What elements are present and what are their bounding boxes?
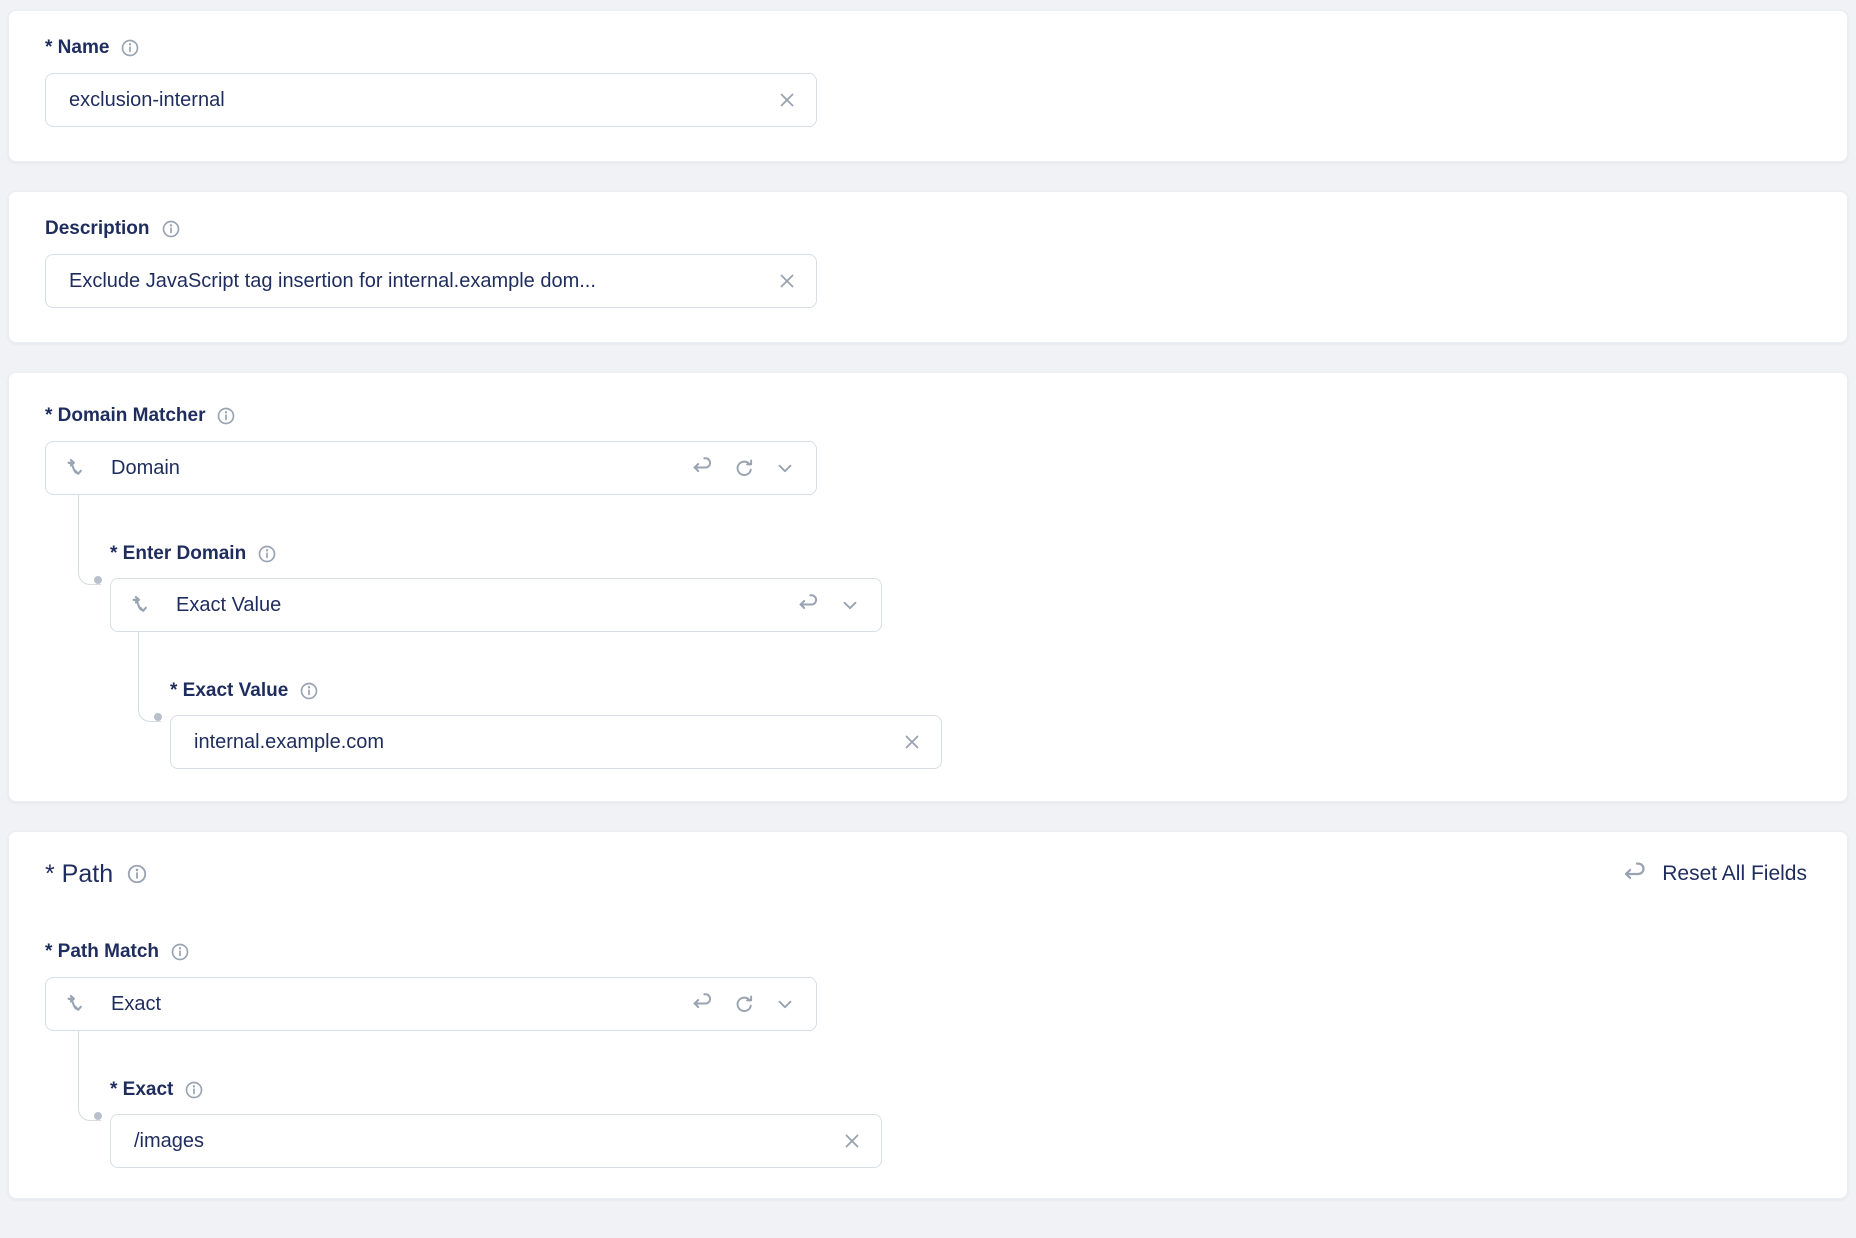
chevron-down-button[interactable] <box>772 455 798 481</box>
domain-matcher-label: * Domain Matcher <box>45 405 205 427</box>
domain-matcher-card: * Domain Matcher Domain <box>8 372 1848 802</box>
undo-icon <box>797 593 821 617</box>
path-exact-input[interactable] <box>110 1114 882 1168</box>
name-input-wrap <box>45 73 817 127</box>
branch-split-icon <box>65 992 90 1017</box>
enter-domain-label-row: * Enter Domain <box>110 543 1811 565</box>
path-card: * Path Reset All Fields * Path Match <box>8 831 1848 1199</box>
tree-connector-dot <box>94 1112 102 1120</box>
enter-domain-selector-value: Exact Value <box>176 594 796 617</box>
path-exact-info-icon[interactable] <box>184 1080 204 1100</box>
domain-matcher-info-icon[interactable] <box>216 406 236 426</box>
chevron-down-icon <box>839 594 861 616</box>
reset-all-fields-button[interactable]: Reset All Fields <box>1622 861 1807 888</box>
chevron-down-button[interactable] <box>837 592 863 618</box>
path-exact-clear-button[interactable] <box>840 1129 864 1153</box>
name-card: * Name <box>8 10 1848 162</box>
path-match-label-row: * Path Match <box>45 941 1811 963</box>
name-input[interactable] <box>45 73 817 127</box>
path-match-selector[interactable]: Exact <box>45 977 817 1031</box>
undo-button[interactable] <box>796 592 822 618</box>
enter-domain-selector[interactable]: Exact Value <box>110 578 882 632</box>
path-match-info-icon[interactable] <box>170 942 190 962</box>
exact-value-clear-button[interactable] <box>900 730 924 754</box>
path-header-row: * Path Reset All Fields <box>45 859 1811 889</box>
path-exact-label-row: * Exact <box>110 1079 1811 1101</box>
description-clear-button[interactable] <box>775 269 799 293</box>
refresh-icon <box>733 993 756 1016</box>
clear-x-icon <box>841 1130 863 1152</box>
description-card: Description <box>8 191 1848 343</box>
refresh-icon <box>733 457 756 480</box>
description-info-icon[interactable] <box>161 219 181 239</box>
description-label-row: Description <box>45 218 1811 240</box>
undo-button[interactable] <box>690 455 716 481</box>
clear-x-icon <box>901 731 923 753</box>
name-label-row: * Name <box>45 37 1811 59</box>
reset-all-fields-label: Reset All Fields <box>1662 862 1807 886</box>
path-heading: * Path <box>45 859 113 889</box>
path-exact-label: * Exact <box>110 1079 173 1101</box>
path-match-selector-value: Exact <box>111 993 690 1016</box>
exact-value-info-icon[interactable] <box>299 681 319 701</box>
enter-domain-info-icon[interactable] <box>257 544 277 564</box>
branch-split-icon <box>130 593 155 618</box>
path-exact-input-wrap <box>110 1114 882 1168</box>
name-clear-button[interactable] <box>775 88 799 112</box>
name-label: * Name <box>45 37 109 59</box>
description-label: Description <box>45 218 150 240</box>
undo-icon <box>691 992 715 1016</box>
path-info-icon[interactable] <box>126 863 148 885</box>
chevron-down-icon <box>774 993 796 1015</box>
domain-matcher-label-row: * Domain Matcher <box>45 405 1811 427</box>
path-match-label: * Path Match <box>45 941 159 963</box>
exact-value-input[interactable] <box>170 715 942 769</box>
tree-connector-dot <box>94 576 102 584</box>
plugin-config-form: * Name Description * D <box>0 0 1856 1238</box>
undo-icon <box>691 456 715 480</box>
domain-matcher-selector[interactable]: Domain <box>45 441 817 495</box>
exact-value-branch: * Exact Value <box>170 680 1811 769</box>
description-input-wrap <box>45 254 817 308</box>
name-info-icon[interactable] <box>120 38 140 58</box>
chevron-down-icon <box>774 457 796 479</box>
enter-domain-branch: * Enter Domain Exact Value <box>110 543 1811 769</box>
enter-domain-label: * Enter Domain <box>110 543 246 565</box>
chevron-down-button[interactable] <box>772 991 798 1017</box>
undo-icon <box>1622 861 1649 888</box>
undo-button[interactable] <box>690 991 716 1017</box>
exact-value-input-wrap <box>170 715 942 769</box>
refresh-button[interactable] <box>731 991 757 1017</box>
path-title-row: * Path <box>45 859 148 889</box>
exact-value-label-row: * Exact Value <box>170 680 1811 702</box>
path-exact-branch: * Exact <box>110 1079 1811 1168</box>
clear-x-icon <box>776 89 798 111</box>
exact-value-label: * Exact Value <box>170 680 288 702</box>
domain-matcher-selector-value: Domain <box>111 457 690 480</box>
refresh-button[interactable] <box>731 455 757 481</box>
branch-split-icon <box>65 456 90 481</box>
description-input[interactable] <box>45 254 817 308</box>
tree-connector-dot <box>154 713 162 721</box>
clear-x-icon <box>776 270 798 292</box>
